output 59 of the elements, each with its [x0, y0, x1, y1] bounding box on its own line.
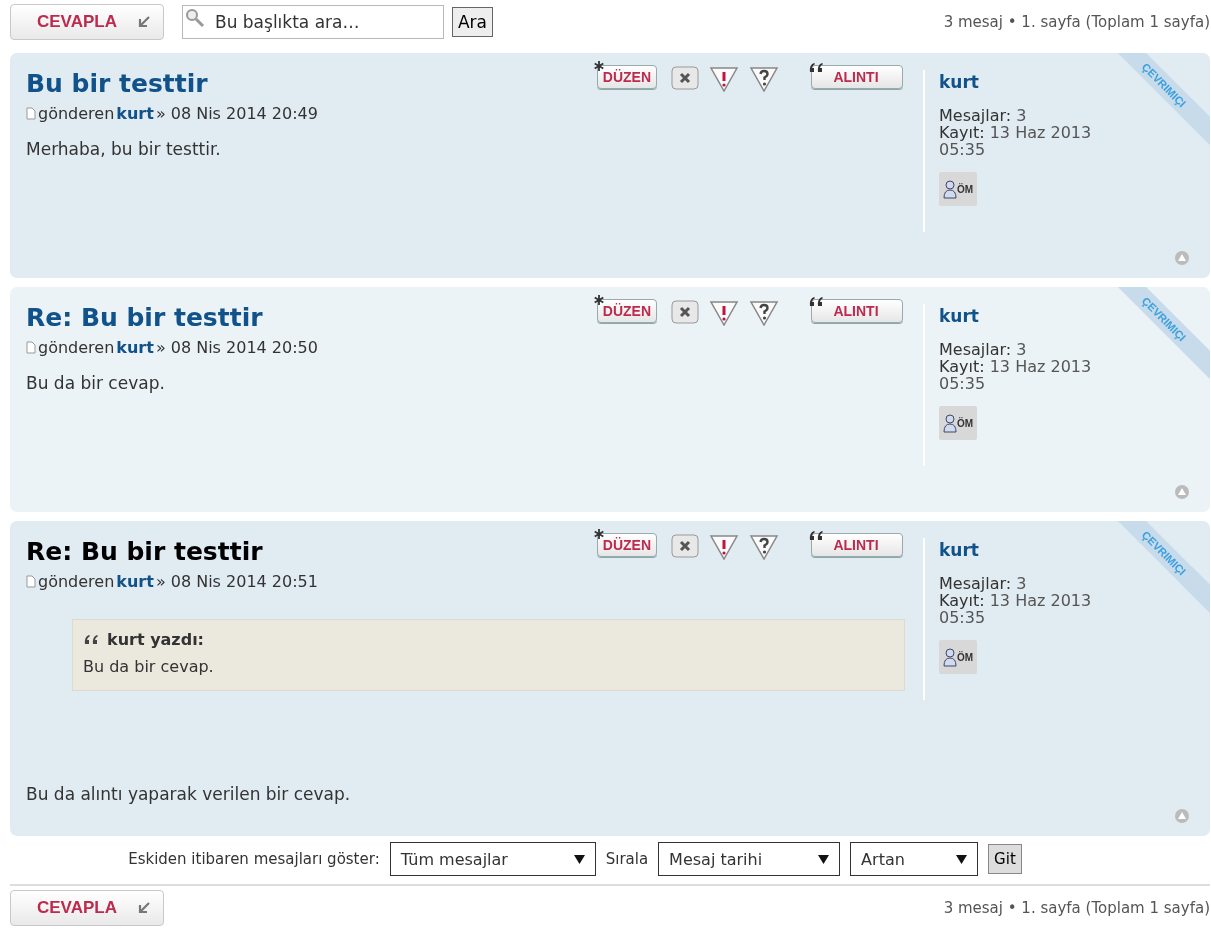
post-byline: gönderen kurt» 08 Nis 2014 20:51: [26, 572, 923, 591]
pm-button[interactable]: ÖM: [939, 406, 978, 441]
post-text: Bu da bir cevap.: [26, 373, 166, 393]
dropdown-arrow-icon: [573, 854, 585, 864]
delete-icon[interactable]: [671, 66, 699, 90]
quote-icon: [808, 296, 826, 308]
help-icon[interactable]: [749, 300, 779, 326]
document-icon: [26, 575, 36, 588]
pagination-text: 3 mesaj • 1. sayfa (Toplam 1 sayfa): [943, 899, 1210, 917]
quote-icon: [808, 530, 826, 542]
post-count: Mesajlar: 3: [939, 342, 1028, 359]
warning-icon[interactable]: [709, 66, 739, 92]
arrow-icon: [137, 15, 151, 29]
pagination-text: 3 mesaj • 1. sayfa (Toplam 1 sayfa): [943, 13, 1210, 31]
post-title[interactable]: Re: Bu bir testtir: [26, 303, 263, 332]
quote-text: Bu da bir cevap.: [83, 657, 215, 676]
user-icon: [943, 647, 957, 668]
post-title[interactable]: Bu bir testtir: [26, 69, 208, 98]
warning-icon[interactable]: [709, 300, 739, 326]
join-date: Kayıt: 13 Haz 2013 05:35: [939, 124, 1093, 159]
search-field[interactable]: Bu başlıkta ara…: [182, 5, 444, 39]
pm-button[interactable]: ÖM: [939, 172, 978, 207]
reply-button[interactable]: CEVAPLA: [10, 4, 164, 40]
post-byline: gönderen kurt» 08 Nis 2014 20:49: [26, 104, 923, 123]
help-icon[interactable]: [749, 534, 779, 560]
arrow-icon: [137, 901, 151, 915]
reply-button[interactable]: CEVAPLA: [10, 890, 164, 926]
sort-label: Sırala: [605, 850, 649, 868]
quote-button[interactable]: ALINTI: [811, 533, 903, 557]
quote-icon: [83, 633, 101, 646]
post-count: Mesajlar: 3: [939, 108, 1028, 125]
user-icon: [943, 413, 957, 434]
quote-icon: [808, 62, 826, 74]
warning-icon[interactable]: [709, 534, 739, 560]
post-title[interactable]: Re: Bu bir testtir: [26, 537, 263, 566]
document-icon: [26, 341, 36, 354]
post-text: Merhaba, bu bir testtir.: [26, 139, 222, 159]
order-select[interactable]: Artan: [850, 842, 979, 876]
go-button[interactable]: Git: [988, 844, 1022, 874]
sort-select[interactable]: Mesaj tarihi: [658, 842, 841, 876]
help-icon[interactable]: [749, 66, 779, 92]
delete-icon[interactable]: [671, 534, 699, 558]
join-date: Kayıt: 13 Haz 2013 05:35: [939, 358, 1093, 393]
quote-author: kurt yazdı:: [107, 630, 204, 649]
quote-button[interactable]: ALINTI: [811, 65, 903, 89]
search-button[interactable]: Ara: [452, 7, 494, 37]
post-count: Mesajlar: 3: [939, 576, 1028, 593]
dropdown-arrow-icon: [818, 854, 830, 864]
delete-icon[interactable]: [671, 300, 699, 324]
post-text: Bu da alıntı yaparak verilen bir cevap.: [26, 784, 352, 804]
dropdown-arrow-icon: [956, 854, 968, 864]
pm-button[interactable]: ÖM: [939, 640, 978, 675]
show-select[interactable]: Tüm mesajlar: [389, 842, 596, 876]
quote-button[interactable]: ALINTI: [811, 299, 903, 323]
show-label: Eskiden itibaren mesajları göster:: [128, 850, 380, 868]
join-date: Kayıt: 13 Haz 2013 05:35: [939, 592, 1093, 627]
user-icon: [943, 179, 957, 200]
document-icon: [26, 107, 36, 120]
post-byline: gönderen kurt» 08 Nis 2014 20:50: [26, 338, 923, 357]
